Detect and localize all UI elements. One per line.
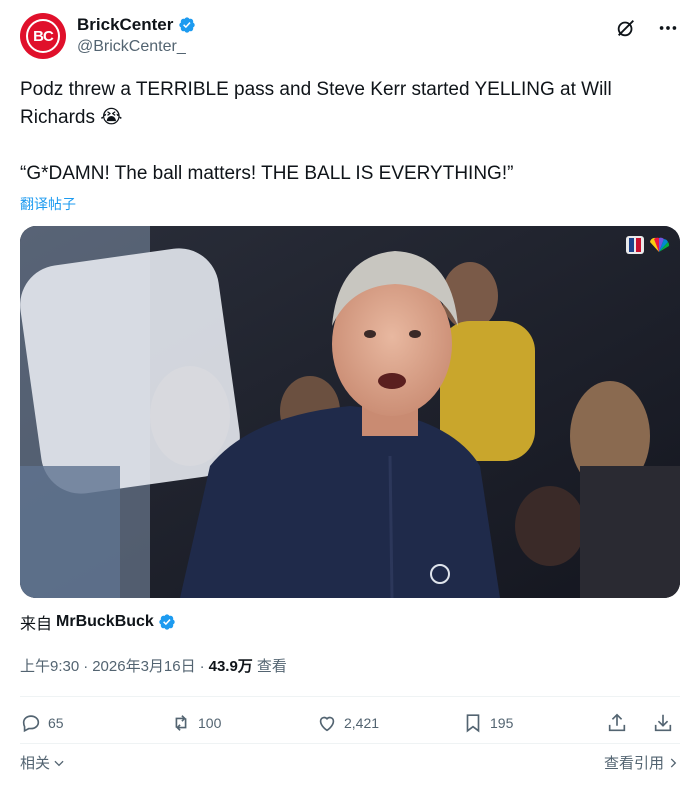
views-count[interactable]: 43.9万 (209, 655, 253, 676)
share-icon (608, 713, 626, 732)
author-block: BrickCenter @BrickCenter_ (77, 15, 196, 56)
action-bar: 65 100 2,421 195 (20, 710, 680, 740)
tweet-date[interactable]: 2026年3月16日 (92, 655, 195, 676)
league-logo-icon (626, 236, 644, 254)
views-label: 查看 (256, 658, 287, 675)
author-name-row[interactable]: BrickCenter (77, 15, 196, 35)
chevron-right-icon (670, 757, 677, 768)
bookmark-button[interactable]: 195 (462, 712, 513, 734)
reply-icon (22, 715, 40, 733)
tweet-text-main: Podz threw a TERRIBLE pass and Steve Ker… (20, 79, 612, 128)
view-quotes-label: 查看引用 (603, 755, 664, 772)
quoted-source: 来自 MrBuckBuck (20, 610, 176, 634)
author-handle[interactable]: @BrickCenter_ (77, 38, 196, 56)
meta-separator: · (199, 658, 205, 675)
verified-badge-icon (179, 17, 196, 33)
grok-icon[interactable] (614, 16, 638, 40)
reply-button[interactable]: 65 (20, 712, 64, 734)
media-illustration (20, 226, 680, 598)
download-icon (654, 714, 672, 732)
repost-count: 100 (198, 715, 222, 731)
broadcast-logo (626, 236, 670, 254)
tweet-meta: 上午9:30 · 2026年3月16日 · 43.9万 查看 (20, 655, 287, 676)
avatar[interactable]: BC (20, 13, 66, 59)
repost-button[interactable]: 100 (170, 712, 221, 734)
top-actions (614, 16, 680, 40)
reply-count: 65 (48, 715, 64, 731)
like-button[interactable]: 2,421 (316, 712, 379, 734)
nbc-peacock-icon (650, 237, 670, 252)
source-user-link[interactable]: MrBuckBuck (56, 613, 154, 631)
share-button[interactable] (606, 712, 628, 734)
tweet-media-image[interactable] (20, 226, 680, 598)
bookmark-icon (466, 714, 480, 733)
author-display-name[interactable]: BrickCenter (77, 15, 173, 35)
more-options-icon[interactable] (656, 16, 680, 40)
heart-icon (319, 716, 335, 732)
verified-badge-icon (159, 614, 175, 630)
translate-link[interactable]: 翻译帖子 (20, 194, 76, 214)
related-toggle[interactable]: 相关 (20, 752, 66, 773)
divider (20, 743, 680, 744)
repost-icon (175, 715, 187, 731)
divider (20, 696, 680, 697)
related-label: 相关 (20, 755, 51, 772)
download-button[interactable] (652, 712, 674, 734)
view-quotes-link[interactable]: 查看引用 (604, 752, 680, 773)
tweet-body: Podz threw a TERRIBLE pass and Steve Ker… (20, 76, 680, 188)
bookmark-count: 195 (490, 715, 514, 731)
like-count: 2,421 (344, 715, 380, 731)
tweet-header: BC BrickCenter @BrickCenter_ (20, 12, 680, 62)
avatar-logo: BC (26, 19, 60, 53)
meta-separator: · (83, 658, 89, 675)
source-prefix: 来自 (20, 616, 53, 633)
tweet-text-quote: “G*DAMN! The ball matters! THE BALL IS E… (20, 163, 514, 184)
tweet-time[interactable]: 上午9:30 (20, 655, 79, 676)
chevron-down-icon (54, 760, 64, 766)
